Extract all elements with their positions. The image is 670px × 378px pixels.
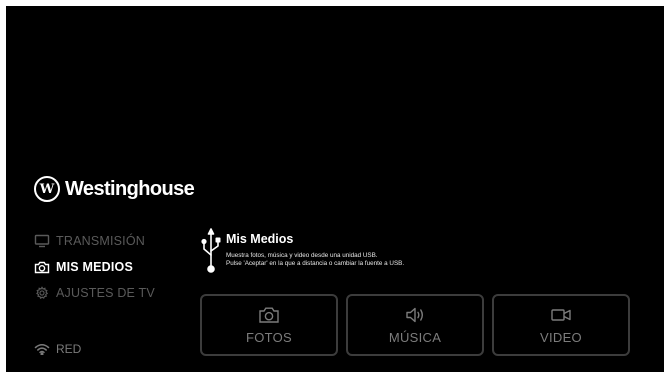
speaker-icon — [404, 306, 426, 324]
westinghouse-logo-icon: W — [34, 176, 60, 202]
monitor-icon — [34, 234, 50, 248]
camera-icon — [258, 306, 280, 324]
menu-item-ajustes-de-tv[interactable]: AJUSTES DE TV — [34, 280, 204, 306]
gear-icon — [34, 286, 50, 300]
media-tiles: FOTOS MÚSICA VIDEO — [200, 294, 630, 356]
menu-item-label: TRANSMISIÓN — [56, 234, 146, 248]
info-description-line1: Muestra fotos, música y video desde una … — [226, 252, 378, 259]
wifi-icon — [34, 343, 50, 355]
tile-label: VIDEO — [540, 329, 582, 345]
network-label: RED — [56, 342, 82, 356]
tile-fotos[interactable]: FOTOS — [200, 294, 338, 356]
tv-screen: W Westinghouse TRANSMISIÓN MIS MEDIOS AJ… — [6, 6, 664, 372]
menu-item-label: MIS MEDIOS — [56, 260, 134, 274]
menu-item-mis-medios[interactable]: MIS MEDIOS — [34, 254, 204, 280]
tile-label: MÚSICA — [388, 329, 442, 345]
menu-item-label: AJUSTES DE TV — [56, 286, 155, 300]
brand: W Westinghouse — [34, 176, 195, 202]
side-menu: TRANSMISIÓN MIS MEDIOS AJUSTES DE TV — [34, 228, 204, 306]
info-title: Mis Medios — [226, 232, 294, 246]
camera-icon — [34, 260, 50, 274]
usb-icon — [201, 228, 221, 273]
brand-logo-letter: W — [39, 181, 55, 197]
media-info-panel: Mis Medios Muestra fotos, música y video… — [200, 228, 404, 274]
menu-item-red[interactable]: RED — [34, 342, 81, 356]
brand-name: Westinghouse — [65, 177, 195, 200]
menu-item-transmision[interactable]: TRANSMISIÓN — [34, 228, 204, 254]
tile-video[interactable]: VIDEO — [492, 294, 630, 356]
tile-musica[interactable]: MÚSICA — [346, 294, 484, 356]
tile-label: FOTOS — [245, 329, 293, 345]
video-camera-icon — [550, 306, 572, 324]
info-description-line2: Pulse 'Aceptar' en la que a distancia o … — [226, 259, 405, 267]
